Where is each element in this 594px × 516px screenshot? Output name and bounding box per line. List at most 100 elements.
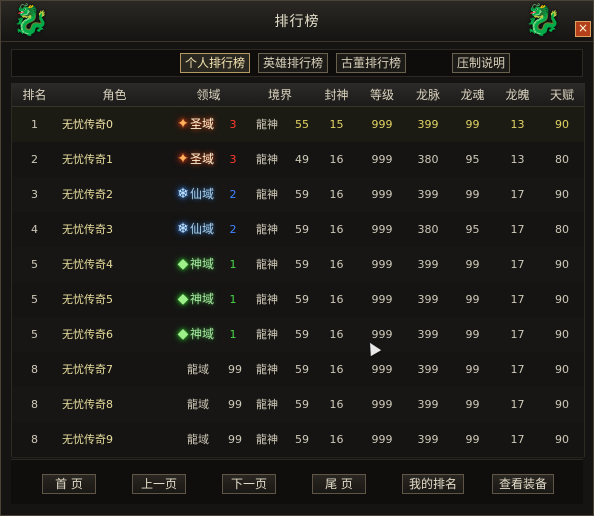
next-page-button[interactable]: 下一页 — [222, 474, 276, 494]
tab-bar: 个人排行榜 英雄排行榜 古董排行榜 压制说明 — [11, 49, 583, 77]
leaderboard-window: 🐉 排行榜 🐉 × 个人排行榜 英雄排行榜 古董排行榜 压制说明 排名 角色 领… — [0, 0, 594, 516]
rank-cell: 5 — [31, 258, 38, 271]
realm-cell: 龍神 — [256, 118, 278, 131]
table-row[interactable]: 5 无忧传奇6 ◆ 神域 1 龍神 59 16 999 399 99 17 90 — [12, 317, 584, 353]
longpo-cell: 17 — [510, 398, 525, 411]
longpo-cell: 13 — [510, 153, 525, 166]
domain-label: 仙域 — [190, 222, 215, 236]
longmai-cell: 380 — [417, 223, 439, 236]
header-domain[interactable]: 领域 — [172, 84, 245, 106]
domain-label: 圣域 — [190, 152, 215, 166]
tab-personal-ranking[interactable]: 个人排行榜 — [180, 53, 251, 73]
table-row[interactable]: 5 无忧传奇5 ◆ 神域 1 龍神 59 16 999 399 99 17 90 — [12, 282, 584, 318]
domain-level-cell: 1 — [229, 293, 237, 306]
character-name-cell: 无忧传奇1 — [62, 153, 113, 166]
fire-icon: ✦ — [177, 151, 189, 167]
realm-level-cell: 59 — [295, 328, 309, 341]
tab-hero-ranking[interactable]: 英雄排行榜 — [258, 53, 329, 73]
fengshen-cell: 16 — [329, 153, 344, 166]
domain-level-cell: 3 — [229, 153, 237, 166]
header-tianfu[interactable]: 天赋 — [540, 84, 584, 106]
realm-level-cell: 59 — [295, 363, 309, 376]
tianfu-cell: 90 — [555, 398, 569, 411]
longpo-cell: 13 — [510, 118, 525, 131]
table-row[interactable]: 3 无忧传奇2 ❄ 仙域 2 龍神 59 16 999 399 99 17 90 — [12, 177, 584, 213]
character-name-cell: 无忧传奇2 — [62, 188, 113, 201]
table-row[interactable]: 1 无忧传奇0 ✦ 圣域 3 龍神 55 15 999 399 99 13 90 — [12, 107, 584, 143]
header-character[interactable]: 角色 — [57, 84, 172, 106]
view-equipment-button[interactable]: 查看装备 — [492, 474, 554, 494]
tianfu-cell: 90 — [555, 328, 569, 341]
longpo-cell: 17 — [510, 223, 525, 236]
domain-badge: ◆ 神域 — [176, 324, 222, 345]
tianfu-cell: 90 — [555, 433, 569, 446]
fengshen-cell: 16 — [329, 188, 344, 201]
level-cell: 999 — [371, 293, 393, 306]
prev-page-button[interactable]: 上一页 — [132, 474, 186, 494]
table-row[interactable]: 8 无忧传奇9 龍域 99 龍神 59 16 999 399 99 17 90 — [12, 422, 584, 458]
fengshen-cell: 16 — [329, 433, 344, 446]
longmai-cell: 399 — [417, 293, 439, 306]
longhun-cell: 99 — [465, 328, 480, 341]
my-rank-button[interactable]: 我的排名 — [402, 474, 464, 494]
close-button[interactable]: × — [575, 21, 591, 37]
fengshen-cell: 15 — [329, 118, 344, 131]
ranking-table: 排名 角色 领域 境界 封神 等级 龙脉 龙魂 龙魄 天赋 1 无忧传奇0 ✦ 圣域 3… — [11, 83, 585, 458]
longmai-cell: 380 — [417, 153, 439, 166]
character-name-cell: 无忧传奇8 — [62, 398, 113, 411]
domain-level-cell: 99 — [228, 363, 242, 376]
rank-cell: 8 — [31, 398, 38, 411]
fengshen-cell: 16 — [329, 363, 344, 376]
dragon-icon: 🐉 — [524, 3, 562, 38]
fengshen-cell: 16 — [329, 398, 344, 411]
window-title: 排行榜 — [274, 14, 320, 30]
realm-cell: 龍神 — [256, 328, 278, 341]
domain-badge: ❄ 仙域 — [176, 184, 222, 205]
table-row[interactable]: 5 无忧传奇4 ◆ 神域 1 龍神 59 16 999 399 99 17 90 — [12, 247, 584, 283]
fire-icon: ✦ — [177, 116, 189, 132]
table-row[interactable]: 8 无忧传奇7 龍域 99 龍神 59 16 999 399 99 17 90 — [12, 352, 584, 388]
longmai-cell: 399 — [417, 258, 439, 271]
header-longmai[interactable]: 龙脉 — [406, 84, 450, 106]
fengshen-cell: 16 — [329, 258, 344, 271]
table-row[interactable]: 2 无忧传奇1 ✦ 圣域 3 龍神 49 16 999 380 95 13 80 — [12, 142, 584, 178]
domain-badge: ◆ 神域 — [176, 289, 222, 310]
realm-level-cell: 59 — [295, 293, 309, 306]
header-fengshen[interactable]: 封神 — [315, 84, 358, 106]
tianfu-cell: 80 — [555, 223, 569, 236]
tianfu-cell: 90 — [555, 293, 569, 306]
domain-level-cell: 1 — [229, 328, 237, 341]
title-bar[interactable]: 🐉 排行榜 🐉 × — [1, 1, 593, 42]
table-row[interactable]: 4 无忧传奇3 ❄ 仙域 2 龍神 59 16 999 380 95 17 80 — [12, 212, 584, 248]
rank-cell: 5 — [31, 328, 38, 341]
domain-badge: ◆ 神域 — [176, 254, 222, 275]
domain-cell: 龍域 — [187, 363, 209, 376]
tab-antique-ranking[interactable]: 古董排行榜 — [336, 53, 407, 73]
table-row[interactable]: 8 无忧传奇8 龍域 99 龍神 59 16 999 399 99 17 90 — [12, 387, 584, 423]
tianfu-cell: 90 — [555, 118, 569, 131]
header-realm[interactable]: 境界 — [245, 84, 315, 106]
level-cell: 999 — [371, 118, 393, 131]
longpo-cell: 17 — [510, 363, 525, 376]
level-cell: 999 — [371, 188, 393, 201]
header-longpo[interactable]: 龙魄 — [495, 84, 540, 106]
header-rank[interactable]: 排名 — [12, 84, 57, 106]
longhun-cell: 99 — [465, 188, 480, 201]
last-page-button[interactable]: 尾 页 — [312, 474, 366, 494]
jade-icon: ◆ — [177, 256, 189, 272]
level-cell: 999 — [371, 153, 393, 166]
rank-cell: 1 — [31, 118, 38, 131]
longhun-cell: 99 — [465, 433, 480, 446]
header-level[interactable]: 等级 — [358, 84, 406, 106]
longpo-cell: 17 — [510, 293, 525, 306]
header-longhun[interactable]: 龙魂 — [450, 84, 495, 106]
character-name-cell: 无忧传奇6 — [62, 328, 113, 341]
first-page-button[interactable]: 首 页 — [42, 474, 96, 494]
realm-cell: 龍神 — [256, 398, 278, 411]
jade-icon: ◆ — [177, 326, 189, 342]
domain-cell: 龍域 — [187, 433, 209, 446]
level-cell: 999 — [371, 223, 393, 236]
suppress-info-button[interactable]: 压制说明 — [452, 53, 511, 73]
character-name-cell: 无忧传奇7 — [62, 363, 113, 376]
level-cell: 999 — [371, 398, 393, 411]
